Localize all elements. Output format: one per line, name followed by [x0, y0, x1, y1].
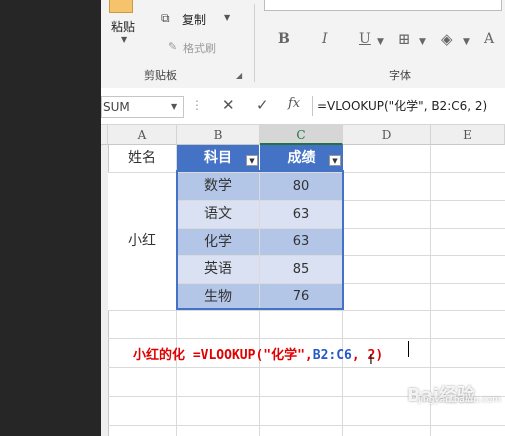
chevron-down-icon[interactable]: ▼ [377, 37, 384, 47]
fill-color-icon[interactable]: ◈ [441, 30, 453, 48]
copy-icon[interactable]: ⧉ [161, 11, 173, 25]
insert-function-icon[interactable]: fx [288, 96, 300, 111]
column-header-c[interactable]: C [260, 125, 343, 145]
underline-button[interactable]: U [359, 31, 371, 47]
formula-prefix: 小红的化 =VLOOKUP("化学", [133, 348, 313, 363]
column-header-e[interactable]: E [431, 125, 505, 145]
text-caret [408, 341, 409, 357]
paste-button[interactable]: 粘贴 [111, 18, 135, 35]
table-cell-subject[interactable]: 语文 [177, 201, 259, 228]
table-cell-score[interactable]: 63 [260, 229, 342, 255]
gridline [108, 338, 505, 339]
borders-icon[interactable]: ⊞ [398, 30, 411, 48]
font-name-box[interactable] [264, 0, 502, 11]
dialog-launcher-icon[interactable]: ◢ [236, 71, 242, 80]
header-label: 成绩 [287, 150, 316, 166]
editing-cell[interactable]: 小红的化 =VLOOKUP("化学",B2:C6, 2) [133, 344, 383, 363]
enter-icon[interactable]: ✓ [256, 96, 269, 114]
format-painter-button[interactable]: 格式刷 [183, 40, 216, 56]
font-color-button[interactable]: A [484, 31, 494, 47]
table-cell-subject[interactable]: 英语 [177, 256, 259, 283]
ribbon: 粘贴 ▼ ⧉ 复制 ▼ ✎ 格式刷 剪贴板 ◢ B I U ▼ ⊞ ▼ ◈ ▼ … [101, 0, 505, 89]
clipboard-group-label: 剪贴板 [144, 69, 177, 82]
filter-dropdown-icon[interactable]: ▼ [246, 155, 258, 166]
formula-input[interactable]: =VLOOKUP("化学", B2:C6, 2) [312, 96, 505, 116]
more-icon[interactable]: ⋮ [191, 98, 203, 112]
bold-button[interactable]: B [278, 31, 290, 47]
desktop-background [0, 0, 101, 436]
gridline [108, 425, 505, 426]
gridline [108, 367, 505, 368]
select-all-corner[interactable] [101, 125, 108, 145]
table-cell-subject[interactable]: 生物 [177, 284, 259, 310]
divider [254, 4, 255, 82]
chevron-down-icon[interactable]: ▼ [463, 37, 470, 47]
format-painter-icon[interactable]: ✎ [168, 40, 177, 53]
table-cell-score[interactable]: 85 [260, 256, 342, 283]
cancel-icon[interactable]: ✕ [222, 96, 235, 114]
formula-suffix: , 2) [351, 348, 384, 363]
formula-ref: B2:C6 [312, 348, 352, 363]
cell-a2-merged[interactable]: 小红 [108, 173, 176, 310]
header-label: 科目 [204, 150, 232, 166]
column-header-a[interactable]: A [108, 125, 177, 145]
column-header-b[interactable]: B [177, 125, 260, 145]
watermark-url: jingyan.baidu.com [418, 395, 502, 405]
table-cell-subject[interactable]: 数学 [177, 173, 259, 200]
copy-button[interactable]: 复制 [182, 11, 206, 28]
cell-a1[interactable]: 姓名 [108, 145, 176, 172]
font-group-label: 字体 [389, 69, 411, 82]
chevron-down-icon[interactable]: ▼ [121, 35, 127, 44]
filter-dropdown-icon[interactable]: ▼ [329, 155, 341, 166]
chevron-down-icon[interactable]: ▼ [419, 37, 426, 47]
ibeam-cursor-icon: I [369, 353, 373, 368]
formula-bar: SUM ▼ ⋮ ✕ ✓ fx =VLOOKUP("化学", B2:C6, 2) [101, 88, 505, 125]
italic-button[interactable]: I [322, 31, 328, 47]
worksheet-grid[interactable]: A B C D E 姓名 小红 科目 ▼ 成绩 ▼ 数学 80 语文 63 化学… [101, 125, 505, 436]
gridline [342, 145, 343, 436]
table-cell-subject[interactable]: 化学 [177, 229, 259, 255]
chevron-down-icon[interactable]: ▼ [171, 102, 177, 111]
table-cell-score[interactable]: 80 [260, 173, 342, 200]
gridline [108, 310, 505, 311]
table-cell-score[interactable]: 76 [260, 284, 342, 310]
excel-window: 粘贴 ▼ ⧉ 复制 ▼ ✎ 格式刷 剪贴板 ◢ B I U ▼ ⊞ ▼ ◈ ▼ … [101, 0, 505, 436]
paste-icon[interactable] [109, 0, 133, 13]
table-cell-score[interactable]: 63 [260, 201, 342, 228]
chevron-down-icon[interactable]: ▼ [224, 13, 230, 22]
column-header-d[interactable]: D [343, 125, 431, 145]
